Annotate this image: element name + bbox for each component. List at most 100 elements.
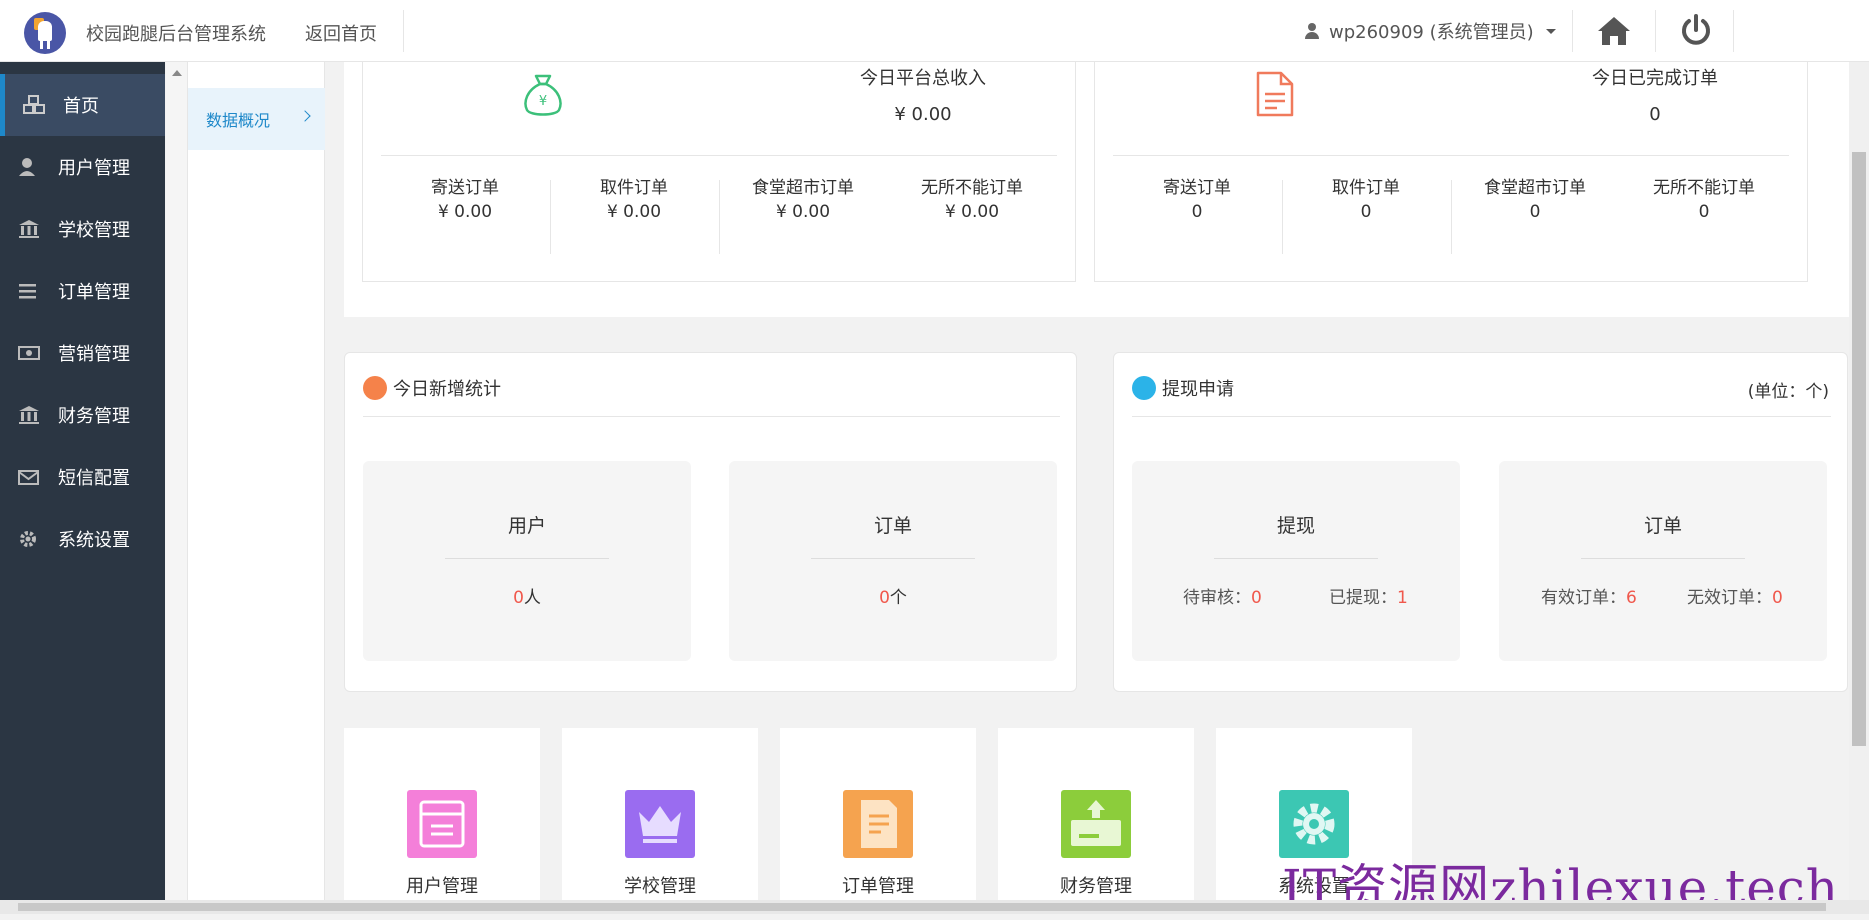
app-logo [24,12,66,54]
cell-label: 寄送订单 [431,178,499,198]
chevron-right-icon [299,110,311,122]
new-orders-count: 0 [879,588,890,608]
cell-label: 取件订单 [1332,178,1400,198]
card-header: 提现申请 [1132,375,1234,401]
bank-icon [19,406,39,424]
sidebar-item-label: 营销管理 [58,344,130,365]
pending-label: 待审核： [1183,588,1251,608]
back-home-link[interactable]: 返回首页 [305,20,377,46]
vertical-scrollbar[interactable] [1849,62,1869,900]
wallet-upload-icon [1061,790,1131,858]
card-title: 提现申请 [1162,379,1234,400]
list-icon [19,284,36,299]
withdraw-card: 提现申请 (单位：个) 提现 待审核：0 已提现：1 订单 有效订单：6 无效订… [1113,352,1848,692]
user-management-icon [407,790,477,858]
header-divider [1572,10,1573,52]
divider [381,155,1057,156]
sidebar-item-label: 财务管理 [58,406,130,427]
scroll-up-icon[interactable] [172,70,182,76]
tile-value: 0人 [363,583,691,608]
sidebar-item-settings[interactable]: 系统设置 [0,508,165,570]
sidebar-item-label: 短信配置 [58,468,130,489]
cell-value: ¥ 0.00 [775,202,831,222]
unit: 人 [523,588,541,608]
user-icon [1305,23,1319,39]
sidebar-item-orders[interactable]: 订单管理 [0,260,165,322]
completed-value: 0 [1649,104,1661,125]
caret-down-icon [1545,28,1556,34]
quick-link-finance[interactable]: 财务管理 [998,728,1194,900]
home-icon [1598,17,1630,45]
crown-icon [625,790,695,858]
app-title: 校园跑腿后台管理系统 [86,24,266,45]
submenu: 数据概况 [188,62,325,914]
card-header: 今日新增统计 [363,375,501,401]
horizontal-scrollbar[interactable] [0,900,1869,914]
income-cell-send: 寄送订单 ¥ 0.00 [381,176,549,251]
tile-title: 提现 [1276,515,1315,537]
sidebar-item-schools[interactable]: 学校管理 [0,198,165,260]
divider [363,416,1060,417]
new-orders-tile: 订单 0个 [729,461,1057,661]
cell-label: 寄送订单 [1163,178,1231,198]
unit-label: (单位：个) [1747,382,1829,402]
order-validity-tile: 订单 有效订单：6 无效订单：0 [1499,461,1827,661]
cell-value: 0 [1698,202,1710,222]
submenu-item-label: 数据概况 [206,111,271,130]
sidebar-item-label: 系统设置 [58,530,130,551]
sidebar-item-finance[interactable]: 财务管理 [0,384,165,446]
quick-link-schools[interactable]: 学校管理 [562,728,758,900]
valid-count: 6 [1626,588,1637,608]
gear-icon [20,531,36,547]
quick-link-orders[interactable]: 订单管理 [780,728,976,900]
quick-link-users[interactable]: 用户管理 [344,728,540,900]
cubes-icon [23,95,45,114]
wallet-icon [1132,376,1156,400]
new-stats-card: 今日新增统计 用户 0人 订单 0个 [344,352,1077,692]
money-bag-icon: ¥ [524,74,562,116]
completed-orders-box: 今日已完成订单 0 寄送订单 0 取件订单 0 食堂超市订单 0 无所不能订单 0 [1094,62,1808,282]
logout-button[interactable] [1678,12,1714,48]
cell-label: 无所不能订单 [1653,178,1755,198]
pending-stat: 待审核：0 [1183,583,1262,608]
user-label: wp260909 (系统管理员) [1329,22,1534,43]
completed-cell-pickup: 取件订单 0 [1282,176,1450,251]
home-button[interactable] [1595,14,1633,48]
sidebar-item-users[interactable]: 用户管理 [0,136,165,198]
quick-link-label: 学校管理 [624,876,696,897]
valid-orders-stat: 有效订单：6 [1541,583,1637,608]
sidebar-item-marketing[interactable]: 营销管理 [0,322,165,384]
completed-cell-anything: 无所不能订单 0 [1620,176,1788,251]
withdrawn-count: 1 [1397,588,1408,608]
sidebar-item-sms[interactable]: 短信配置 [0,446,165,508]
cell-value: 0 [1191,202,1203,222]
sidebar-scroll-strip[interactable] [166,62,188,914]
scrollbar-thumb[interactable] [18,903,1826,911]
valid-label: 有效订单： [1541,588,1626,608]
sidebar-item-home[interactable]: 首页 [0,74,165,136]
invalid-count: 0 [1772,588,1783,608]
user-menu[interactable]: wp260909 (系统管理员) [1305,18,1556,44]
income-cell-anything: 无所不能订单 ¥ 0.00 [888,176,1056,251]
cell-value: 0 [1360,202,1372,222]
tile-title: 订单 [873,515,912,537]
completed-cell-canteen: 食堂超市订单 0 [1451,176,1619,251]
power-icon [1682,14,1710,45]
sidebar-item-label: 订单管理 [58,282,130,303]
scrollbar-thumb[interactable] [1852,152,1866,746]
quick-link-label: 订单管理 [842,876,914,897]
cell-label: 取件订单 [600,178,668,198]
invalid-label: 无效订单： [1687,588,1772,608]
tile-value: 0个 [729,583,1057,608]
invalid-orders-stat: 无效订单：0 [1687,583,1783,608]
submenu-item-overview[interactable]: 数据概况 [188,88,325,150]
document-icon [1256,71,1294,117]
envelope-icon [18,470,39,485]
income-cell-canteen: 食堂超市订单 ¥ 0.00 [719,176,887,251]
cell-label: 食堂超市订单 [1484,178,1586,198]
new-users-count: 0 [513,588,524,608]
sidebar-item-label: 学校管理 [58,220,130,241]
completed-title: 今日已完成订单 [1592,68,1718,89]
income-box: ¥ 今日平台总收入 ¥ 0.00 寄送订单 ¥ 0.00 取件订单 ¥ 0.00 食… [362,62,1076,282]
today-stats-panel: ¥ 今日平台总收入 ¥ 0.00 寄送订单 ¥ 0.00 取件订单 ¥ 0.00 食… [344,62,1849,317]
